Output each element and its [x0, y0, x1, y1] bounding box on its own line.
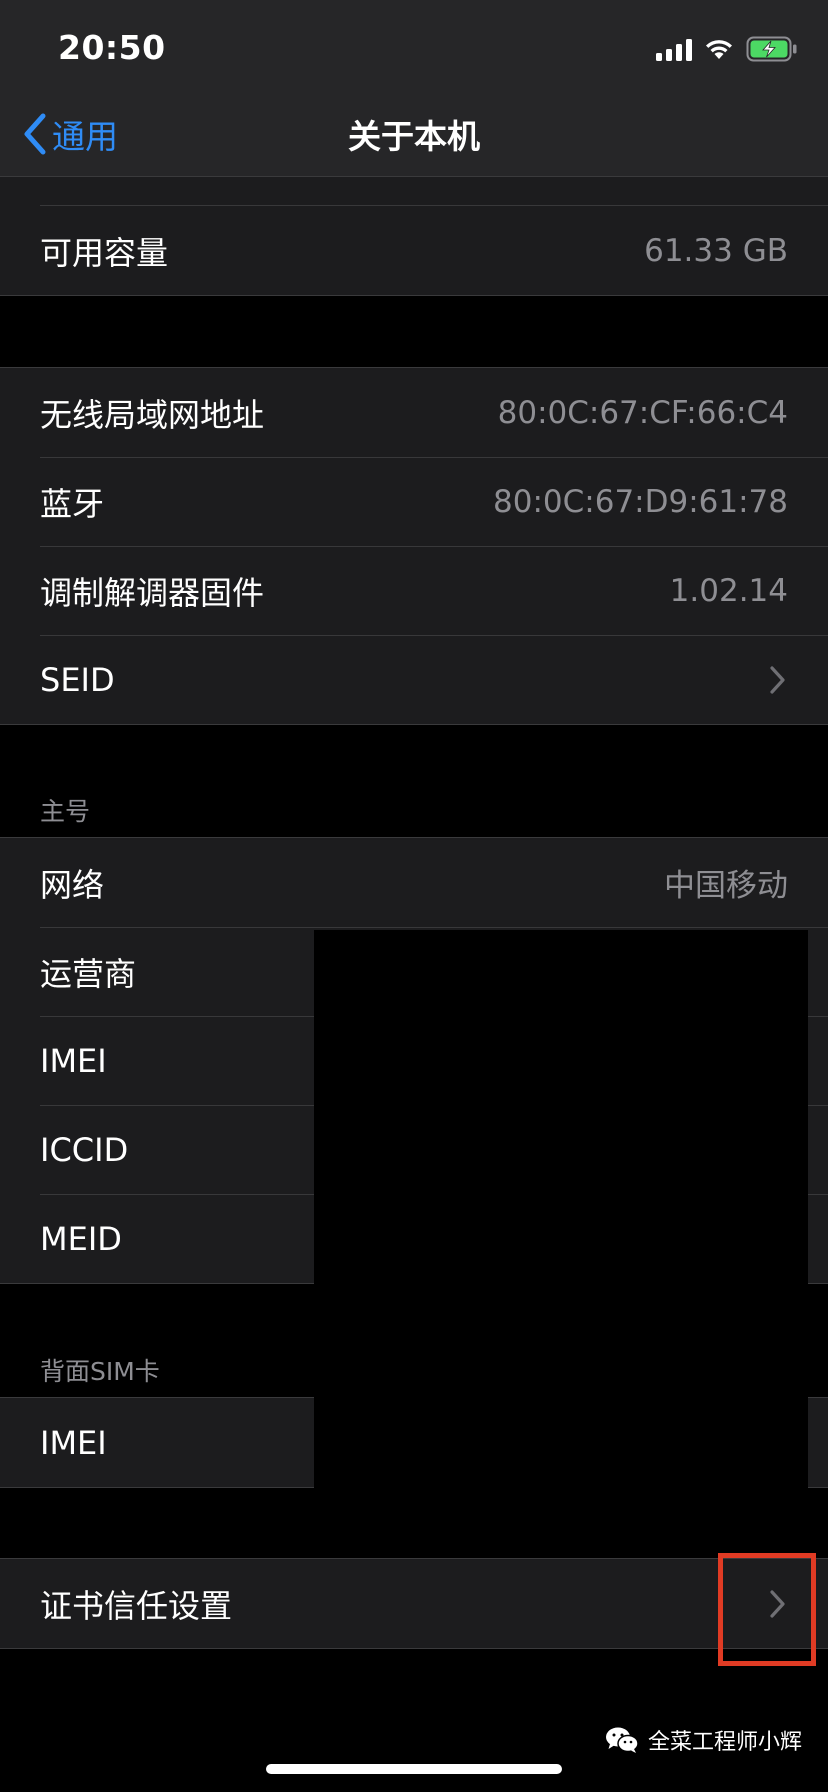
page-title: 关于本机 — [348, 117, 480, 156]
row-label: 可用容量 — [40, 233, 169, 272]
row-label: 网络 — [40, 865, 105, 904]
network-info-group: 无线局域网地址 80:0C:67:CF:66:C4 蓝牙 80:0C:67:D9… — [0, 367, 828, 725]
row-value: 80:0C:67:D9:61:78 — [493, 483, 788, 520]
redaction-block — [314, 930, 808, 1488]
row-label: 证书信任设置 — [40, 1586, 233, 1625]
list-item-modem-firmware: 调制解调器固件 1.02.14 — [0, 546, 828, 635]
navigation-bar: 20:50 通用 关于本机 — [0, 0, 828, 177]
status-icons — [656, 34, 798, 64]
list-item-network: 网络 中国移动 — [0, 838, 828, 927]
watermark: 全菜工程师小辉 — [604, 1724, 802, 1756]
row-label: 蓝牙 — [40, 484, 105, 523]
section-header-back-sim: 背面SIM卡 — [40, 1357, 160, 1386]
wechat-icon — [605, 1727, 639, 1753]
home-indicator[interactable] — [266, 1764, 562, 1774]
list-item-seid[interactable]: SEID — [0, 635, 828, 724]
list-item-capacity: 可用容量 61.33 GB — [0, 206, 828, 295]
cellular-signal-icon — [656, 37, 692, 61]
list-item-cert-trust[interactable]: 证书信任设置 — [0, 1559, 828, 1648]
back-button-label: 通用 — [52, 117, 118, 156]
watermark-text: 全菜工程师小辉 — [647, 1730, 802, 1755]
row-value: 中国移动 — [664, 868, 788, 904]
battery-charging-icon — [746, 36, 797, 62]
row-label: 调制解调器固件 — [40, 573, 265, 612]
section-header-primary: 主号 — [40, 797, 91, 826]
highlight-box — [718, 1553, 816, 1666]
row-value: 61.33 GB — [644, 232, 788, 269]
chevron-left-icon — [24, 113, 46, 155]
list-item-wifi-address: 无线局域网地址 80:0C:67:CF:66:C4 — [0, 368, 828, 457]
back-button[interactable]: 通用 — [22, 110, 118, 158]
wifi-icon — [706, 40, 732, 59]
list-item-bluetooth: 蓝牙 80:0C:67:D9:61:78 — [0, 457, 828, 546]
row-value: 1.02.14 — [669, 572, 788, 609]
chevron-right-icon — [770, 665, 785, 694]
status-time: 20:50 — [58, 28, 166, 67]
row-label: SEID — [40, 660, 115, 699]
row-label: 无线局域网地址 — [40, 395, 265, 434]
row-value: 80:0C:67:CF:66:C4 — [497, 394, 788, 431]
capacity-group: 可用容量 61.33 GB — [0, 206, 828, 296]
cert-group: 证书信任设置 — [0, 1558, 828, 1649]
